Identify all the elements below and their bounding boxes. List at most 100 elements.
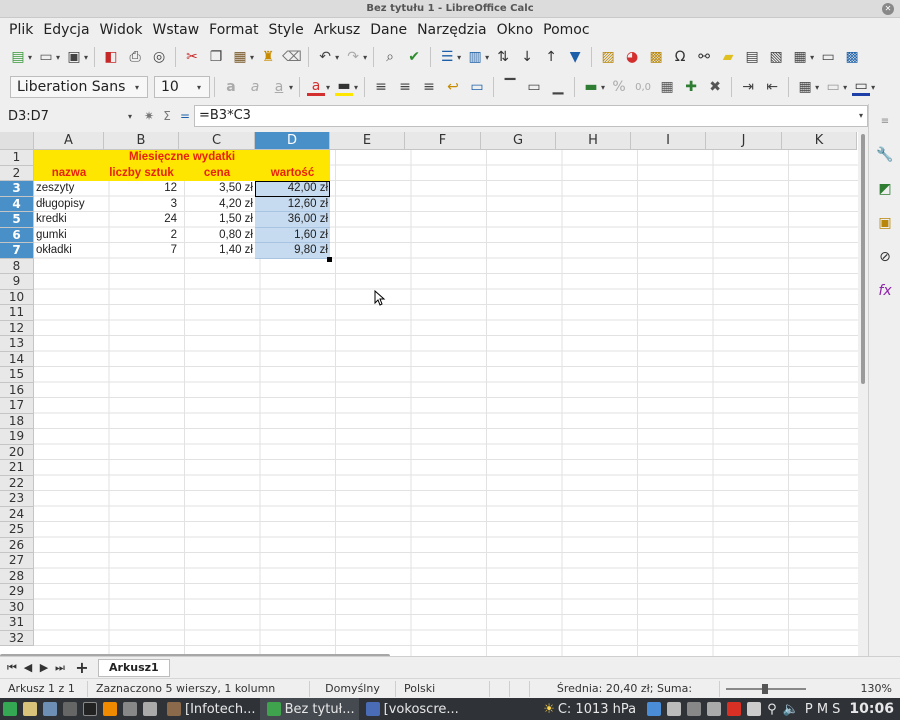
files-icon[interactable] bbox=[23, 702, 37, 716]
cut-icon[interactable]: ✂ bbox=[183, 48, 201, 66]
export-pdf-icon[interactable]: ◧ bbox=[102, 48, 120, 66]
header-cell-liczby-sztuk[interactable]: liczby sztuk bbox=[104, 165, 179, 181]
volume-icon[interactable]: 🔈 bbox=[783, 702, 799, 717]
paste-dropdown-icon[interactable]: ▾ bbox=[250, 53, 254, 62]
highlight-color-icon[interactable]: ▬ bbox=[335, 78, 354, 96]
undo-dropdown-icon[interactable]: ▾ bbox=[335, 53, 339, 62]
cell-b3[interactable]: 12 bbox=[104, 181, 179, 197]
menu-wstaw[interactable]: Wstaw bbox=[148, 22, 205, 38]
sort-descending-icon[interactable]: ↓ bbox=[518, 48, 536, 66]
vertical-scroll-thumb[interactable] bbox=[861, 134, 865, 384]
column-header-f[interactable]: F bbox=[405, 132, 481, 150]
merge-center-icon[interactable]: ▭ bbox=[468, 78, 486, 96]
new-dropdown-icon[interactable]: ▾ bbox=[28, 53, 32, 62]
borders-dropdown-icon[interactable]: ▾ bbox=[815, 83, 819, 92]
tray-icon[interactable] bbox=[707, 702, 722, 716]
currency-dropdown-icon[interactable]: ▾ bbox=[601, 83, 605, 92]
functions-icon[interactable]: fx bbox=[876, 282, 894, 300]
sidebar-menu-icon[interactable]: ≡ bbox=[876, 112, 894, 130]
name-box[interactable]: D3:D7 ▾ bbox=[2, 105, 140, 127]
menu-narzedzia[interactable]: Narzędzia bbox=[412, 22, 491, 38]
clock[interactable]: 10:06 bbox=[849, 701, 894, 717]
cell-d7[interactable]: 9,80 zł bbox=[255, 243, 330, 259]
sort-icon[interactable]: ⇅ bbox=[494, 48, 512, 66]
percent-format-icon[interactable]: % bbox=[610, 78, 628, 96]
media-icon[interactable] bbox=[123, 702, 137, 716]
cell-d6[interactable]: 1,60 zł bbox=[255, 227, 330, 243]
cell-a3[interactable]: zeszyty bbox=[34, 181, 104, 197]
header-cell-cena[interactable]: cena bbox=[179, 165, 255, 181]
new-document-icon[interactable]: ▤ bbox=[9, 48, 27, 66]
row-header-9[interactable]: 9 bbox=[0, 274, 34, 290]
open-dropdown-icon[interactable]: ▾ bbox=[56, 53, 60, 62]
row-header-26[interactable]: 26 bbox=[0, 537, 34, 553]
zoom-level[interactable]: 130% bbox=[861, 682, 900, 695]
terminal-icon[interactable] bbox=[83, 702, 97, 716]
cell-c7[interactable]: 1,40 zł bbox=[179, 243, 255, 259]
header-cell-nazwa[interactable]: nazwa bbox=[34, 165, 104, 181]
column-header-e[interactable]: E bbox=[330, 132, 405, 150]
currency-format-icon[interactable]: ▬ bbox=[582, 78, 600, 96]
cell-b4[interactable]: 3 bbox=[104, 197, 179, 213]
redo-dropdown-icon[interactable]: ▾ bbox=[363, 53, 367, 62]
styles-icon[interactable]: ◩ bbox=[876, 180, 894, 198]
borders-icon[interactable]: ▦ bbox=[796, 78, 814, 96]
align-center-icon[interactable]: ≡ bbox=[396, 78, 414, 96]
row-header-24[interactable]: 24 bbox=[0, 506, 34, 522]
delete-decimal-icon[interactable]: ✖ bbox=[706, 78, 724, 96]
vertical-scrollbar[interactable] bbox=[858, 132, 868, 656]
align-top-icon[interactable]: ▔ bbox=[501, 78, 519, 96]
column-header-g[interactable]: G bbox=[481, 132, 556, 150]
row-header-25[interactable]: 25 bbox=[0, 522, 34, 538]
comment-icon[interactable]: ▰ bbox=[719, 48, 737, 66]
cell-d3[interactable]: 42,00 zł bbox=[255, 181, 330, 197]
special-character-icon[interactable]: Ω bbox=[671, 48, 689, 66]
menu-dane[interactable]: Dane bbox=[365, 22, 412, 38]
row-header-8[interactable]: 8 bbox=[0, 258, 34, 274]
border-color-icon[interactable]: ▭ bbox=[852, 78, 871, 96]
row-header-4[interactable]: 4 bbox=[0, 196, 34, 212]
row-header-17[interactable]: 17 bbox=[0, 398, 34, 414]
cell-c4[interactable]: 4,20 zł bbox=[179, 197, 255, 213]
column-header-i[interactable]: I bbox=[631, 132, 706, 150]
row-header-19[interactable]: 19 bbox=[0, 429, 34, 445]
row-header-20[interactable]: 20 bbox=[0, 444, 34, 460]
highlight-dropdown-icon[interactable]: ▾ bbox=[354, 83, 358, 92]
column-header-b[interactable]: B bbox=[104, 132, 179, 150]
row-header-2[interactable]: 2 bbox=[0, 165, 34, 181]
row-header-7[interactable]: 7 bbox=[0, 243, 34, 259]
insert-chart-icon[interactable]: ◕ bbox=[623, 48, 641, 66]
start-menu-icon[interactable] bbox=[3, 702, 17, 716]
pivot-table-icon[interactable]: ▩ bbox=[647, 48, 665, 66]
row-header-32[interactable]: 32 bbox=[0, 630, 34, 646]
column-header-a[interactable]: A bbox=[34, 132, 104, 150]
task-calc[interactable]: Bez tytuł... bbox=[259, 698, 359, 720]
add-sheet-icon[interactable]: + bbox=[74, 658, 90, 677]
column-header-j[interactable]: J bbox=[706, 132, 782, 150]
insert-image-icon[interactable]: ▨ bbox=[599, 48, 617, 66]
row-header-11[interactable]: 11 bbox=[0, 305, 34, 321]
spelling-icon[interactable]: ✔ bbox=[405, 48, 423, 66]
row-header-13[interactable]: 13 bbox=[0, 336, 34, 352]
align-bottom-icon[interactable]: ▁ bbox=[549, 78, 567, 96]
bold-icon[interactable]: a bbox=[222, 78, 240, 96]
underline-dropdown-icon[interactable]: ▾ bbox=[289, 83, 293, 92]
row-header-10[interactable]: 10 bbox=[0, 289, 34, 305]
tray-icon[interactable] bbox=[647, 702, 662, 716]
menu-arkusz[interactable]: Arkusz bbox=[309, 22, 366, 38]
menu-format[interactable]: Format bbox=[204, 22, 263, 38]
vlc-icon[interactable] bbox=[103, 702, 117, 716]
chevron-down-icon[interactable]: ▾ bbox=[135, 83, 139, 92]
gmail-icon[interactable] bbox=[727, 702, 742, 716]
row-header-27[interactable]: 27 bbox=[0, 553, 34, 569]
chevron-down-icon[interactable]: ▾ bbox=[128, 112, 132, 121]
row-header-15[interactable]: 15 bbox=[0, 367, 34, 383]
save-dropdown-icon[interactable]: ▾ bbox=[84, 53, 88, 62]
menu-pomoc[interactable]: Pomoc bbox=[538, 22, 594, 38]
formula-input[interactable]: =B3*C3 ▾ bbox=[194, 105, 868, 127]
row-dropdown-icon[interactable]: ▾ bbox=[457, 53, 461, 62]
clear-formatting-icon[interactable]: ⌫ bbox=[282, 48, 302, 66]
row-header-3[interactable]: 3 bbox=[0, 181, 34, 197]
add-decimal-icon[interactable]: ✚ bbox=[682, 78, 700, 96]
undo-icon[interactable]: ↶ bbox=[316, 48, 334, 66]
